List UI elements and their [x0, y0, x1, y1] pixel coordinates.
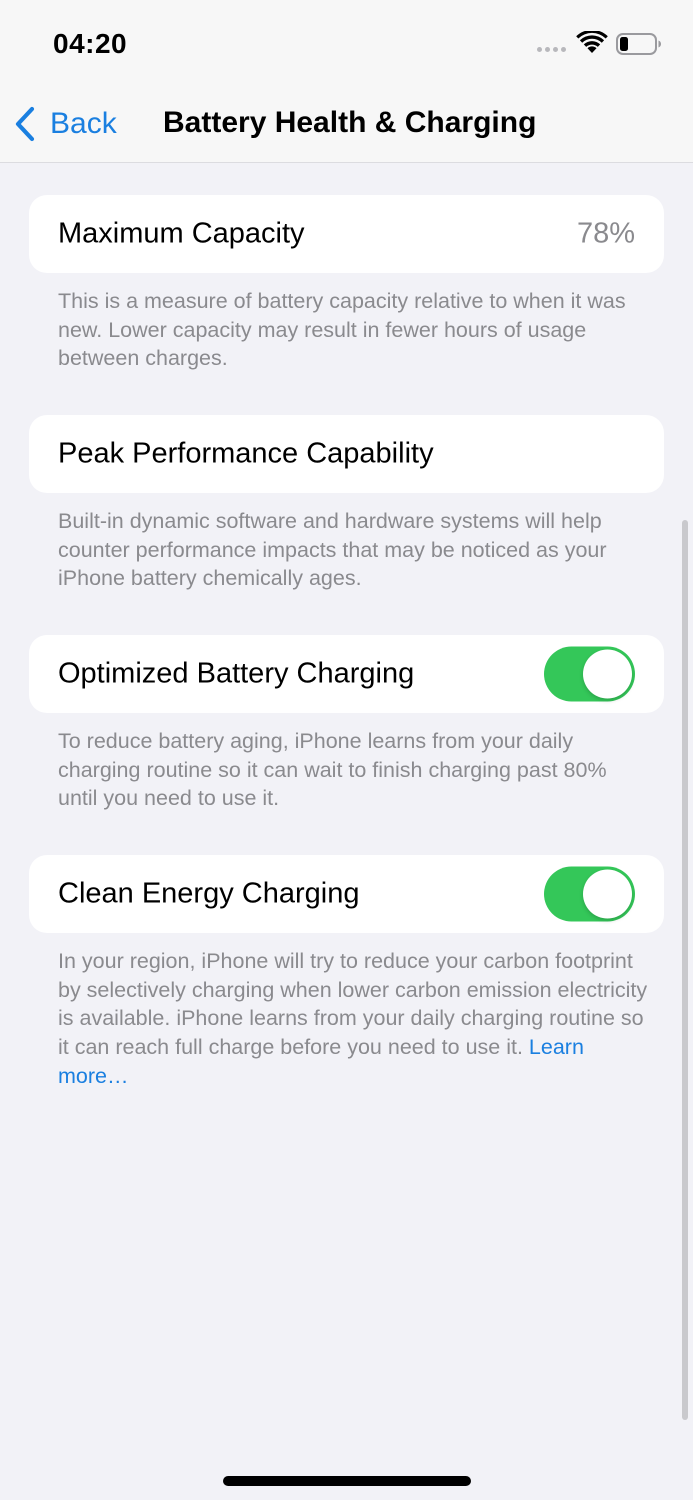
clean-energy-footer: In your region, iPhone will try to reduc…	[58, 947, 648, 1091]
navigation-bar: Back Battery Health & Charging	[0, 86, 693, 163]
battery-icon	[616, 33, 661, 55]
clean-energy-row: Clean Energy Charging	[29, 855, 664, 933]
status-bar: 04:20	[0, 0, 693, 86]
toggle-knob	[583, 649, 632, 699]
peak-performance-row[interactable]: Peak Performance Capability	[29, 415, 664, 493]
optimized-charging-footer: To reduce battery aging, iPhone learns f…	[58, 729, 607, 811]
chevron-left-icon	[15, 106, 35, 142]
optimized-charging-row: Optimized Battery Charging	[29, 635, 664, 713]
page-title: Battery Health & Charging	[163, 106, 537, 139]
home-indicator[interactable]	[223, 1476, 471, 1486]
back-button-label: Back	[50, 107, 117, 140]
clean-energy-toggle[interactable]	[544, 866, 635, 922]
maximum-capacity-row[interactable]: Maximum Capacity 78%	[29, 195, 664, 273]
toggle-knob	[583, 869, 632, 919]
optimized-charging-label: Optimized Battery Charging	[58, 657, 415, 690]
back-button[interactable]: Back	[14, 104, 117, 144]
wifi-icon	[576, 31, 608, 53]
maximum-capacity-value: 78%	[576, 217, 635, 250]
optimized-charging-toggle[interactable]	[544, 646, 635, 702]
peak-performance-label: Peak Performance Capability	[58, 437, 434, 470]
peak-performance-footer: Built-in dynamic software and hardware s…	[58, 509, 607, 591]
maximum-capacity-footer: This is a measure of battery capacity re…	[58, 289, 626, 371]
signal-dots-icon	[537, 47, 566, 52]
maximum-capacity-label: Maximum Capacity	[58, 217, 305, 250]
clean-energy-label: Clean Energy Charging	[58, 877, 360, 910]
scrollbar[interactable]	[682, 520, 688, 1420]
status-time: 04:20	[53, 28, 128, 59]
settings-screen: 04:20 Back Battery Health & Charging Max…	[0, 0, 693, 1500]
